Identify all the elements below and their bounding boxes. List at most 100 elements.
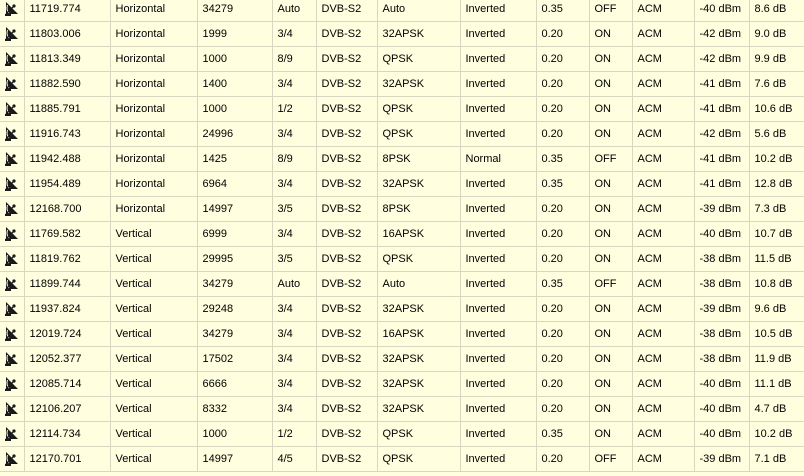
spectral-inversion-cell: Inverted [460, 121, 537, 147]
rolloff-cell: 0.20 [536, 71, 590, 97]
symbol-rate-cell: 34279 [197, 321, 273, 347]
transponder-row[interactable]: 11916.743 Horizontal 24996 3/4 DVB-S2 QPSK Inv… [0, 121, 804, 147]
signal-level-cell: -40 dBm [694, 221, 750, 247]
pilot-cell: ON [589, 296, 633, 322]
polarization-cell: Horizontal [110, 146, 198, 172]
row-icon-cell [0, 271, 25, 297]
transponder-row[interactable]: 11819.762 Vertical 29995 3/5 DVB-S2 QPSK Inver… [0, 246, 804, 272]
spectral-inversion-cell: Inverted [460, 221, 537, 247]
transponder-row[interactable]: 12170.701 Vertical 14997 4/5 DVB-S2 QPSK Inver… [0, 446, 804, 472]
satellite-dish-icon [0, 276, 23, 292]
frequency-cell: 12170.701 [24, 446, 111, 472]
satellite-dish-icon [0, 76, 23, 92]
row-icon-cell [0, 221, 25, 247]
coding-mode-cell: ACM [632, 221, 695, 247]
row-icon-cell [0, 0, 25, 22]
rolloff-cell: 0.20 [536, 21, 590, 47]
coding-mode-cell: ACM [632, 121, 695, 147]
transponder-row[interactable]: 11813.349 Horizontal 1000 8/9 DVB-S2 QPSK Inve… [0, 46, 804, 72]
coding-mode-cell: ACM [632, 171, 695, 197]
symbol-rate-cell: 6964 [197, 171, 273, 197]
satellite-dish-icon [0, 426, 23, 442]
frequency-cell: 12114.734 [24, 421, 111, 447]
signal-level-cell: -41 dBm [694, 171, 750, 197]
carrier-to-noise-cell: 10.2 dB [749, 421, 804, 447]
transponder-row[interactable]: 12085.714 Vertical 6666 3/4 DVB-S2 32APSK Inve… [0, 371, 804, 397]
modulation-cell: 32APSK [377, 71, 461, 97]
polarization-cell: Vertical [110, 321, 198, 347]
fec-cell: 3/4 [272, 371, 317, 397]
symbol-rate-cell: 6999 [197, 221, 273, 247]
symbol-rate-cell: 24996 [197, 121, 273, 147]
signal-level-cell: -41 dBm [694, 71, 750, 97]
spectral-inversion-cell: Inverted [460, 321, 537, 347]
fec-cell: 3/4 [272, 221, 317, 247]
delivery-system-cell: DVB-S2 [316, 171, 378, 197]
fec-cell: Auto [272, 271, 317, 297]
frequency-cell: 11719.774 [24, 0, 111, 22]
rolloff-cell: 0.35 [536, 271, 590, 297]
polarization-cell: Horizontal [110, 46, 198, 72]
spectral-inversion-cell: Inverted [460, 96, 537, 122]
coding-mode-cell: ACM [632, 146, 695, 172]
spectral-inversion-cell: Inverted [460, 271, 537, 297]
pilot-cell: OFF [589, 146, 633, 172]
delivery-system-cell: DVB-S2 [316, 271, 378, 297]
modulation-cell: 16APSK [377, 221, 461, 247]
transponder-row[interactable]: 11803.006 Horizontal 1999 3/4 DVB-S2 32APSK In… [0, 21, 804, 47]
modulation-cell: 16APSK [377, 321, 461, 347]
satellite-dish-icon [0, 301, 23, 317]
row-icon-cell [0, 46, 25, 72]
rolloff-cell: 0.20 [536, 321, 590, 347]
satellite-dish-icon [0, 401, 23, 417]
delivery-system-cell: DVB-S2 [316, 71, 378, 97]
satellite-dish-icon [0, 126, 23, 142]
row-icon-cell [0, 96, 25, 122]
row-icon-cell [0, 71, 25, 97]
transponder-row[interactable]: 12168.700 Horizontal 14997 3/5 DVB-S2 8PSK Inv… [0, 196, 804, 222]
transponder-row[interactable]: 11882.590 Horizontal 1400 3/4 DVB-S2 32APSK In… [0, 71, 804, 97]
transponder-row[interactable]: 11942.488 Horizontal 1425 8/9 DVB-S2 8PSK Norm… [0, 146, 804, 172]
signal-level-cell: -38 dBm [694, 246, 750, 272]
symbol-rate-cell: 8332 [197, 396, 273, 422]
carrier-to-noise-cell: 10.6 dB [749, 96, 804, 122]
row-icon-cell [0, 346, 25, 372]
transponder-row[interactable]: 12114.734 Vertical 1000 1/2 DVB-S2 QPSK Invert… [0, 421, 804, 447]
carrier-to-noise-cell: 12.8 dB [749, 171, 804, 197]
frequency-cell: 11769.582 [24, 221, 111, 247]
transponder-row[interactable]: 12106.207 Vertical 8332 3/4 DVB-S2 32APSK Inve… [0, 396, 804, 422]
rolloff-cell: 0.35 [536, 421, 590, 447]
fec-cell: 3/5 [272, 196, 317, 222]
frequency-cell: 11899.744 [24, 271, 111, 297]
fec-cell: 3/4 [272, 396, 317, 422]
pilot-cell: ON [589, 171, 633, 197]
coding-mode-cell: ACM [632, 96, 695, 122]
coding-mode-cell: ACM [632, 446, 695, 472]
symbol-rate-cell: 34279 [197, 271, 273, 297]
polarization-cell: Vertical [110, 296, 198, 322]
transponder-row[interactable]: 11769.582 Vertical 6999 3/4 DVB-S2 16APSK Inve… [0, 221, 804, 247]
symbol-rate-cell: 14997 [197, 196, 273, 222]
fec-cell: 4/5 [272, 446, 317, 472]
transponder-row[interactable]: 11954.489 Horizontal 6964 3/4 DVB-S2 32APSK In… [0, 171, 804, 197]
satellite-dish-icon [0, 176, 23, 192]
delivery-system-cell: DVB-S2 [316, 346, 378, 372]
pilot-cell: ON [589, 346, 633, 372]
rolloff-cell: 0.35 [536, 171, 590, 197]
transponder-row[interactable]: 11885.791 Horizontal 1000 1/2 DVB-S2 QPSK Inve… [0, 96, 804, 122]
polarization-cell: Vertical [110, 396, 198, 422]
symbol-rate-cell: 1000 [197, 46, 273, 72]
row-icon-cell [0, 246, 25, 272]
transponder-row[interactable]: 11937.824 Vertical 29248 3/4 DVB-S2 32APSK Inv… [0, 296, 804, 322]
carrier-to-noise-cell: 10.5 dB [749, 321, 804, 347]
transponder-row[interactable]: 11719.774 Horizontal 34279 Auto DVB-S2 Auto In… [0, 0, 804, 22]
signal-level-cell: -40 dBm [694, 0, 750, 22]
transponder-row[interactable]: 11899.744 Vertical 34279 Auto DVB-S2 Auto Inve… [0, 271, 804, 297]
frequency-cell: 12168.700 [24, 196, 111, 222]
transponder-row[interactable]: 12052.377 Vertical 17502 3/4 DVB-S2 32APSK Inv… [0, 346, 804, 372]
carrier-to-noise-cell: 5.6 dB [749, 121, 804, 147]
coding-mode-cell: ACM [632, 46, 695, 72]
rolloff-cell: 0.20 [536, 296, 590, 322]
transponder-row[interactable]: 12019.724 Vertical 34279 3/4 DVB-S2 16APSK Inv… [0, 321, 804, 347]
coding-mode-cell: ACM [632, 0, 695, 22]
